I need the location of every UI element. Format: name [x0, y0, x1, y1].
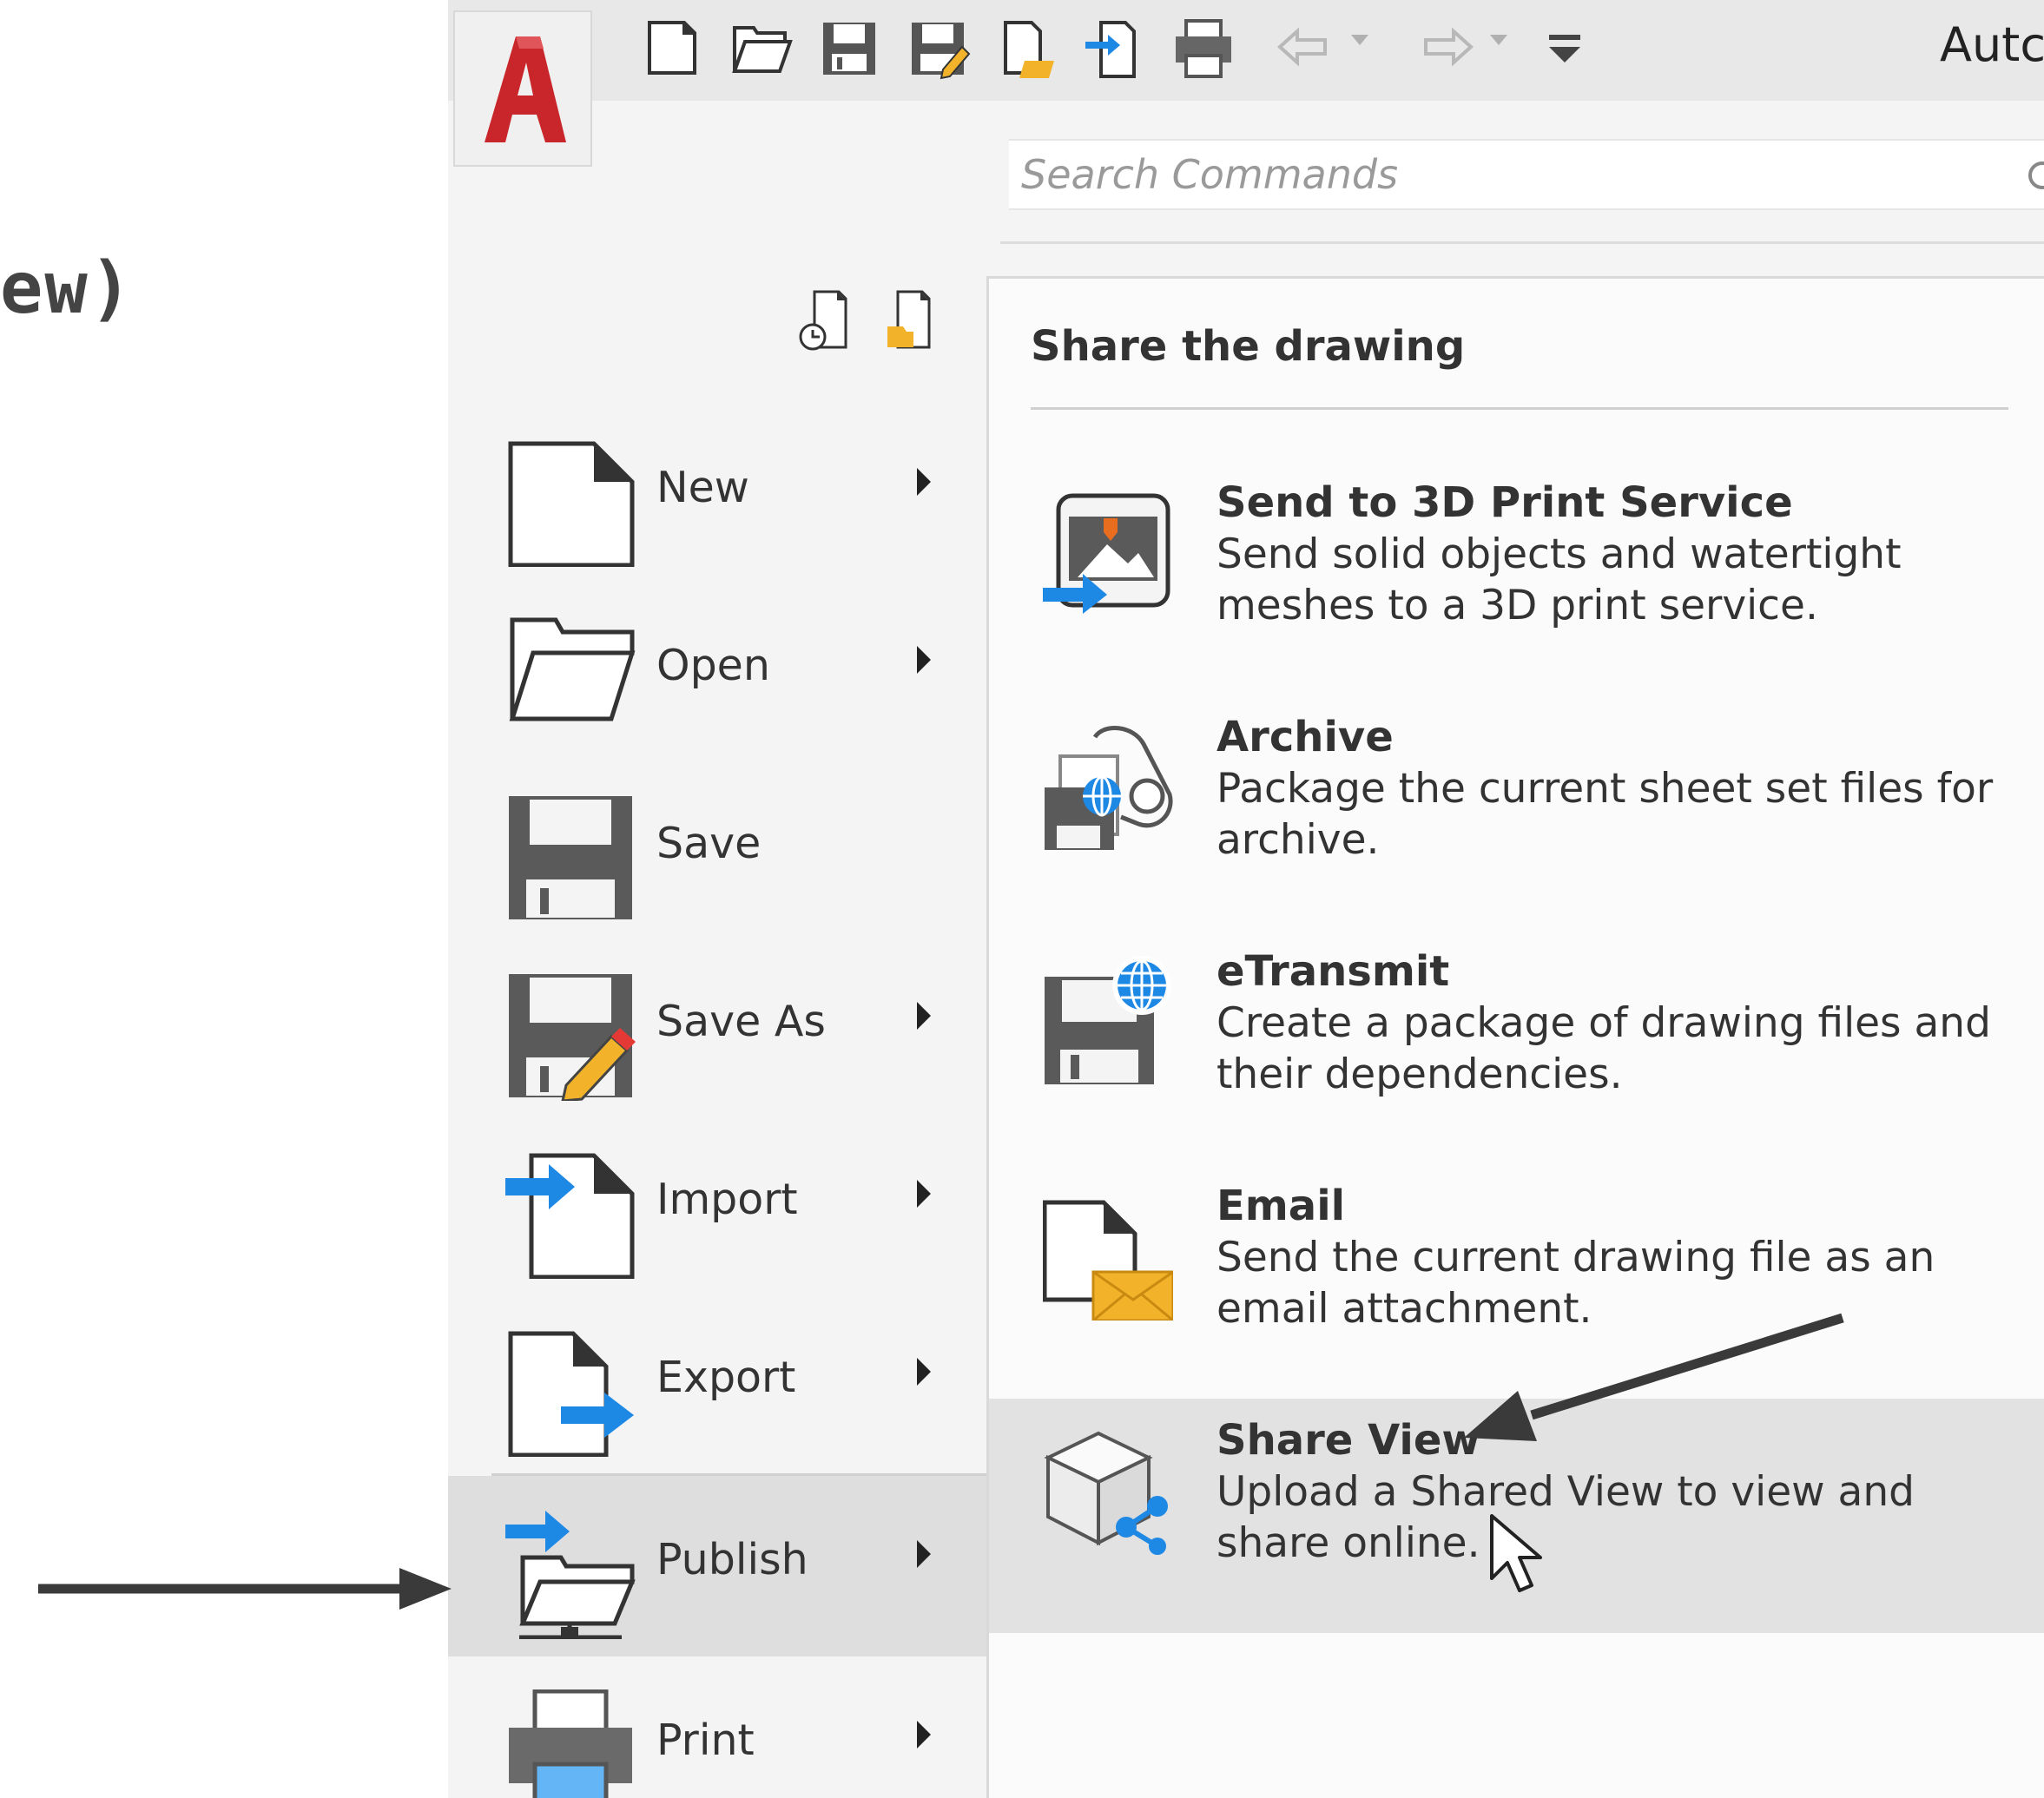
save-disk-icon: [509, 796, 632, 919]
share-view-icon: [1044, 1431, 1168, 1555]
archive-icon: [1045, 726, 1173, 850]
annotation-arrow-share-view: [1464, 1313, 1844, 1441]
option-title: Share View: [1217, 1416, 1480, 1465]
option-description: Send solid objects and watertight meshes…: [1217, 530, 1902, 629]
menu-label-export: Export: [656, 1353, 796, 1402]
panel-title-divider: [1031, 407, 2008, 410]
menu-label-save-as: Save As: [656, 997, 826, 1046]
option-send-to-3d-print[interactable]: Send to 3D Print Service Send solid obje…: [989, 461, 2044, 695]
page-heading-fragment: ew): [0, 247, 135, 330]
submenu-arrow-icon: [917, 1721, 931, 1749]
search-commands-box[interactable]: Search Commands: [1009, 139, 2044, 210]
menu-label-import: Import: [656, 1175, 798, 1224]
open-web-icon[interactable]: [993, 16, 1059, 82]
publish-icon: [505, 1511, 636, 1639]
option-description: Create a package of drawing files and th…: [1217, 999, 1991, 1098]
menu-item-open[interactable]: Open: [448, 582, 986, 755]
panel-title: Share the drawing: [1031, 322, 1466, 371]
menu-item-export[interactable]: Export: [448, 1294, 986, 1467]
autocad-logo-icon: [485, 36, 566, 142]
3d-print-icon: [1043, 493, 1170, 614]
submenu-arrow-icon: [917, 468, 931, 496]
search-input[interactable]: Search Commands: [1021, 151, 1398, 198]
submenu-arrow-icon: [917, 646, 931, 674]
redo-dropdown-icon[interactable]: [1490, 35, 1507, 47]
option-description: Upload a Shared View to view and share o…: [1217, 1468, 1915, 1567]
import-icon[interactable]: [1082, 16, 1148, 82]
open-folder-icon: [509, 617, 636, 721]
customize-toolbar-icon[interactable]: [1532, 16, 1598, 82]
menu-item-save-as[interactable]: Save As: [448, 938, 986, 1111]
print-icon: [509, 1689, 632, 1798]
etransmit-icon: [1045, 956, 1171, 1084]
menu-label-print: Print: [656, 1716, 755, 1765]
application-menu: Autc Search Commands New Open Save Save …: [448, 0, 2044, 1798]
app-title: Autc: [1940, 17, 2044, 72]
search-icon[interactable]: [2016, 149, 2044, 201]
submenu-arrow-icon: [917, 1180, 931, 1208]
mouse-cursor-icon: [1490, 1514, 1542, 1592]
email-icon: [1043, 1200, 1173, 1321]
new-icon[interactable]: [639, 16, 705, 82]
option-title: Send to 3D Print Service: [1217, 478, 1793, 527]
submenu-arrow-icon: [917, 1358, 931, 1386]
option-archive[interactable]: Archive Package the current sheet set fi…: [989, 695, 2044, 930]
menu-item-import[interactable]: Import: [448, 1116, 986, 1289]
application-menu-button[interactable]: [453, 10, 592, 167]
quick-access-toolbar: Autc: [448, 0, 2044, 101]
menu-divider: [491, 1473, 986, 1476]
export-icon: [508, 1331, 634, 1457]
menu-item-save[interactable]: Save: [448, 760, 986, 933]
option-title: eTransmit: [1217, 947, 1450, 996]
option-title: Email: [1217, 1182, 1346, 1230]
undo-icon[interactable]: [1273, 16, 1339, 82]
menu-label-new: New: [656, 463, 749, 512]
option-title: Archive: [1217, 713, 1394, 761]
open-icon[interactable]: [728, 16, 794, 82]
menu-label-save: Save: [656, 819, 762, 868]
menu-item-publish[interactable]: Publish: [448, 1476, 986, 1656]
option-etransmit[interactable]: eTransmit Create a package of drawing fi…: [989, 930, 2044, 1164]
submenu-arrow-icon: [917, 1540, 931, 1568]
print-icon[interactable]: [1170, 16, 1236, 82]
undo-dropdown-icon[interactable]: [1351, 35, 1368, 47]
save-as-disk-icon: [509, 974, 636, 1101]
save-icon[interactable]: [816, 16, 882, 82]
new-document-icon: [508, 441, 635, 567]
menu-label-open: Open: [656, 641, 770, 690]
menu-label-publish: Publish: [656, 1535, 808, 1584]
menu-item-new[interactable]: New: [448, 404, 986, 577]
annotation-arrow-publish: [38, 1568, 452, 1610]
redo-icon[interactable]: [1412, 16, 1478, 82]
submenu-arrow-icon: [917, 1002, 931, 1030]
menu-item-print[interactable]: Print: [448, 1656, 986, 1798]
import-icon: [505, 1153, 635, 1279]
panel-top-divider: [1000, 241, 2044, 244]
left-menu: New Open Save Save As Import Export Publ…: [448, 252, 986, 1798]
save-as-icon[interactable]: [905, 16, 971, 82]
option-description: Package the current sheet set files for …: [1217, 765, 1994, 864]
